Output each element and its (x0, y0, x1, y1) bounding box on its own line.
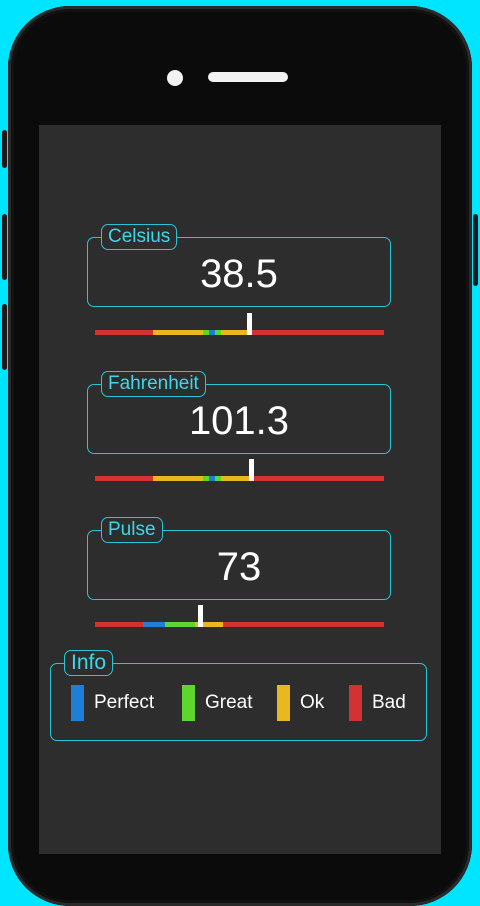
fahrenheit-scale (95, 459, 384, 481)
legend-swatch (349, 685, 362, 721)
celsius-label: Celsius (101, 224, 178, 250)
celsius-scale-bar (95, 330, 384, 335)
power-button (473, 214, 478, 286)
mute-switch (2, 130, 7, 168)
legend-swatch (182, 685, 195, 721)
legend-swatch (71, 685, 84, 721)
celsius-scale (95, 313, 384, 335)
pulse-scale-bar (95, 622, 384, 627)
info-panel: Info Perfect Great Ok Bad (50, 650, 427, 741)
info-title: Info (64, 650, 114, 676)
pulse-marker[interactable] (197, 605, 203, 627)
volume-down-button (2, 304, 7, 370)
legend-item-ok: Ok (277, 684, 324, 722)
pulse-scale (95, 605, 384, 627)
earpiece-speaker-icon (208, 72, 288, 82)
celsius-field[interactable]: Celsius 38.5 (87, 224, 391, 307)
legend-item-bad: Bad (349, 684, 406, 722)
celsius-value: 38.5 (200, 252, 278, 296)
fahrenheit-marker[interactable] (248, 459, 254, 481)
front-camera-icon (167, 70, 183, 86)
legend-label: Perfect (94, 692, 155, 713)
fahrenheit-value: 101.3 (188, 399, 290, 443)
legend-swatch (277, 685, 290, 721)
volume-up-button (2, 214, 7, 280)
legend-item-perfect: Perfect (71, 684, 154, 722)
fahrenheit-field[interactable]: Fahrenheit 101.3 (87, 371, 391, 454)
pulse-value: 73 (216, 545, 262, 589)
legend-label: Ok (300, 692, 325, 713)
legend-item-great: Great (182, 684, 253, 722)
fahrenheit-scale-bar (95, 476, 384, 481)
pulse-field[interactable]: Pulse 73 (87, 517, 391, 600)
legend-label: Great (205, 692, 253, 713)
app-screen: Celsius 38.5 Fahrenheit 101.3 Pulse 73 I… (39, 125, 441, 854)
fahrenheit-label: Fahrenheit (101, 371, 206, 397)
pulse-label: Pulse (101, 517, 163, 543)
legend-label: Bad (372, 692, 406, 713)
celsius-marker[interactable] (247, 313, 253, 335)
